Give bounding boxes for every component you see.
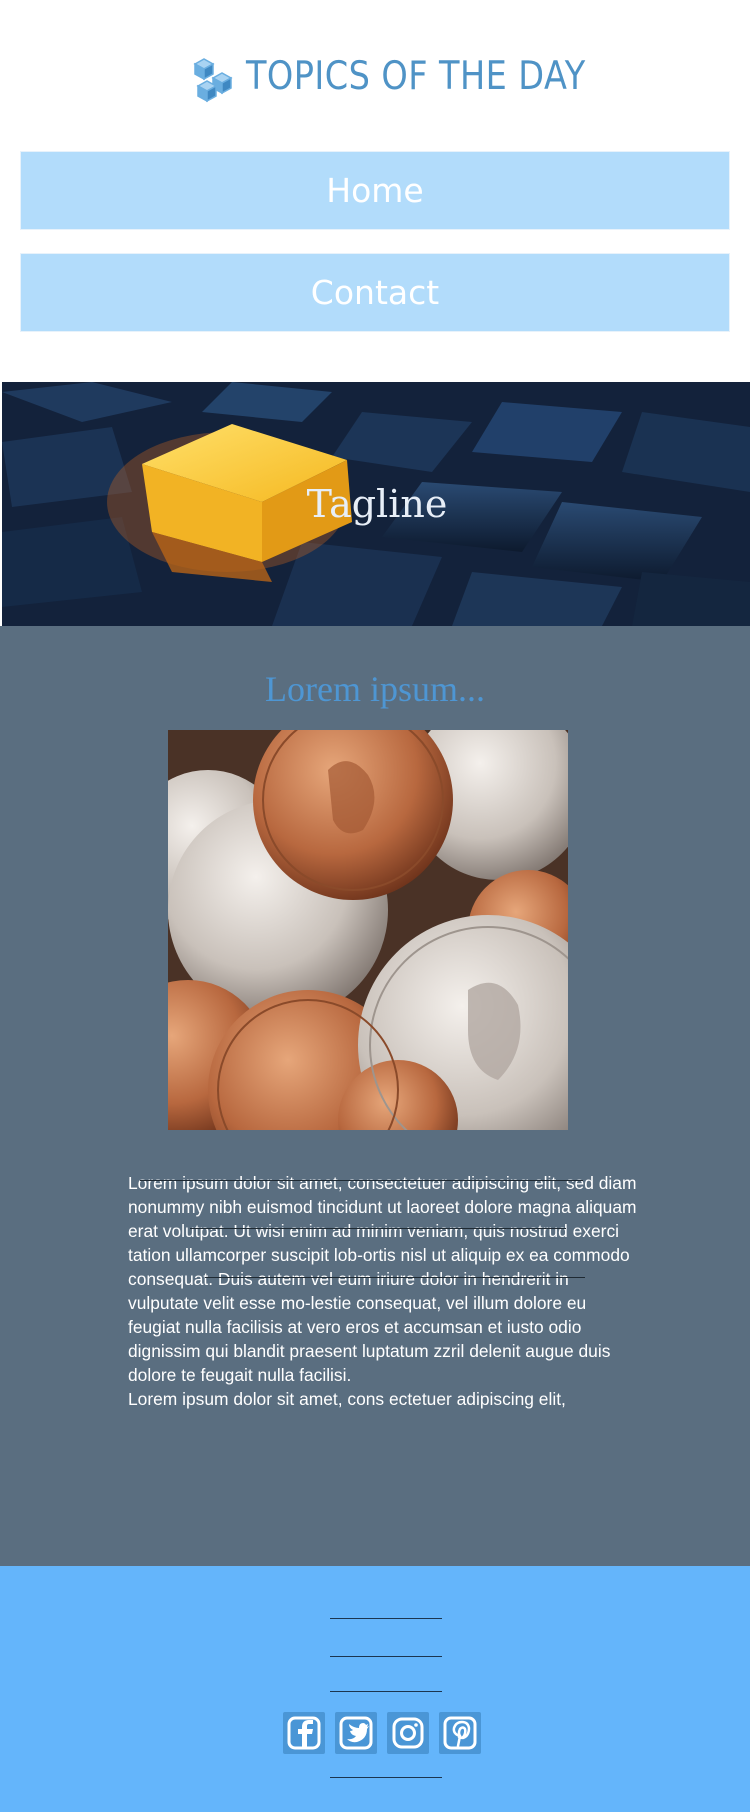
strike-line — [190, 1228, 566, 1229]
instagram-link[interactable] — [387, 1712, 429, 1754]
nav-contact-button[interactable]: Contact — [21, 254, 729, 331]
twitter-link[interactable] — [335, 1712, 377, 1754]
site-logo[interactable]: TOPICS OF THE DAY — [192, 52, 585, 112]
facebook-icon — [287, 1716, 321, 1750]
hero-banner: Tagline — [2, 382, 750, 626]
footer-divider — [330, 1691, 442, 1692]
instagram-icon — [392, 1717, 424, 1749]
footer-divider — [330, 1618, 442, 1619]
body-paragraph: Lorem ipsum dolor sit amet, cons ectetue… — [128, 1389, 566, 1409]
facebook-link[interactable] — [283, 1712, 325, 1754]
footer-divider — [330, 1656, 442, 1657]
logo-title: TOPICS OF THE DAY — [246, 54, 586, 99]
cubes-logo-icon — [192, 56, 238, 108]
footer-divider — [330, 1777, 442, 1778]
strike-line — [140, 1180, 583, 1181]
hero-tagline: Tagline — [306, 482, 448, 526]
content-title: Lorem ipsum... — [265, 669, 485, 709]
site-header: TOPICS OF THE DAY Home Contact — [0, 0, 750, 382]
pinterest-icon — [443, 1716, 477, 1750]
site-footer — [0, 1566, 750, 1812]
twitter-icon — [339, 1716, 373, 1750]
nav-home-button[interactable]: Home — [21, 152, 729, 229]
pinterest-link[interactable] — [439, 1712, 481, 1754]
body-paragraph: Lorem ipsum dolor sit amet, consectetuer… — [128, 1173, 637, 1385]
body-text: Lorem ipsum dolor sit amet, consectetuer… — [128, 1171, 638, 1411]
main-content: Lorem ipsum... Lorem ipsum dolor sit ame… — [0, 626, 750, 1566]
strike-line — [205, 1277, 585, 1278]
coins-image — [168, 730, 568, 1130]
